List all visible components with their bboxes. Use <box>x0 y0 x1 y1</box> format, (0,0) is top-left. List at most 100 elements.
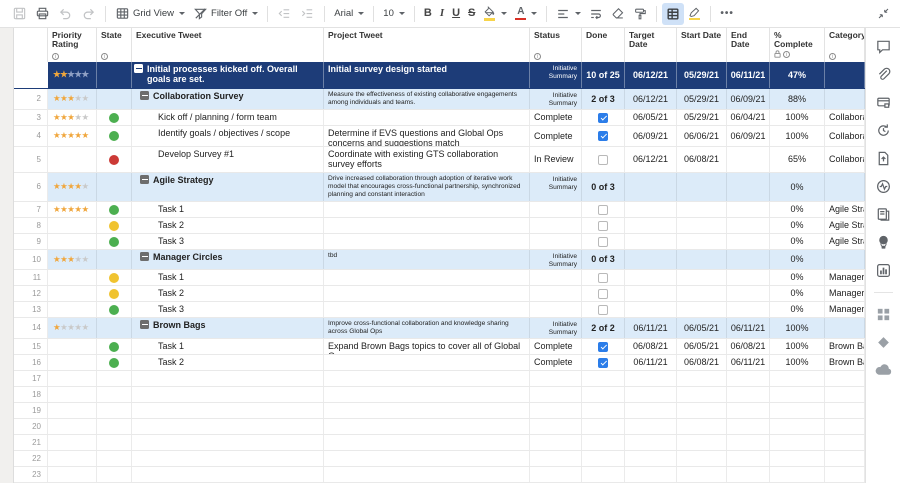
cell-status[interactable] <box>530 371 582 386</box>
cell-end[interactable] <box>727 147 770 172</box>
state-green-dot[interactable] <box>109 305 119 315</box>
pages-icon[interactable] <box>875 206 892 223</box>
wrap-text-button[interactable] <box>585 3 607 25</box>
cell-category[interactable]: Agile Strategy <box>825 202 865 217</box>
cell-target[interactable]: 06/11/21 <box>625 355 677 370</box>
cell-pct[interactable]: 100% <box>770 126 825 146</box>
state-green-dot[interactable] <box>109 342 119 352</box>
cell-priority[interactable] <box>48 419 97 434</box>
bar-chart-icon[interactable] <box>875 262 892 279</box>
cell-state[interactable] <box>97 147 132 172</box>
cell-end[interactable] <box>727 173 770 201</box>
cell-done[interactable] <box>582 355 625 370</box>
cell-status[interactable] <box>530 286 582 301</box>
cell-category[interactable] <box>825 387 865 402</box>
cell-pct[interactable] <box>770 387 825 402</box>
cell-category[interactable] <box>825 451 865 466</box>
star-icon[interactable]: ★ <box>53 94 60 104</box>
cell-end[interactable]: 06/11/21 <box>727 62 770 88</box>
format-painter-button[interactable] <box>629 3 651 25</box>
cell-exec[interactable]: Identify goals / objectives / scope <box>132 126 324 146</box>
star-icon[interactable]: ★ <box>67 255 74 265</box>
cell-pct[interactable]: 0% <box>770 173 825 201</box>
cell-done[interactable] <box>582 403 625 418</box>
cell-status[interactable] <box>530 218 582 233</box>
cell-priority[interactable]: ★★★★★ <box>48 89 97 109</box>
cell-exec[interactable] <box>132 451 324 466</box>
font-size-dropdown[interactable]: 10 <box>379 3 409 25</box>
cell-exec[interactable]: Task 2 <box>132 355 324 370</box>
indent-button[interactable] <box>296 3 319 25</box>
grid-squares-icon[interactable] <box>875 306 892 323</box>
cell-end[interactable]: 06/11/21 <box>727 318 770 338</box>
cell-status[interactable]: Initiative Summary <box>530 173 582 201</box>
cell-done[interactable]: 2 of 2 <box>582 318 625 338</box>
cell-priority[interactable]: ★★★★★ <box>48 202 97 217</box>
column-header-exec[interactable]: Executive Tweet <box>132 28 324 62</box>
align-dropdown[interactable] <box>552 3 585 25</box>
star-icon[interactable]: ★ <box>53 182 60 192</box>
cell-exec[interactable]: Task 3 <box>132 234 324 249</box>
cell-pct[interactable]: 0% <box>770 270 825 285</box>
save-button[interactable] <box>8 3 31 25</box>
cell-status[interactable] <box>530 270 582 285</box>
cell-pct[interactable] <box>770 467 825 482</box>
column-header-status[interactable]: Statusi <box>530 28 582 62</box>
cell-exec[interactable]: Task 1 <box>132 339 324 354</box>
cell-priority[interactable] <box>48 218 97 233</box>
cell-state[interactable] <box>97 419 132 434</box>
cell-pct[interactable]: 0% <box>770 286 825 301</box>
cell-status[interactable]: Initiative Summary <box>530 89 582 109</box>
cell-start[interactable] <box>677 302 727 317</box>
balloon-icon[interactable] <box>875 234 892 251</box>
cell-state[interactable] <box>97 467 132 482</box>
cell-status[interactable] <box>530 202 582 217</box>
cell-status[interactable] <box>530 435 582 450</box>
star-icon[interactable]: ★ <box>67 205 74 215</box>
cell-done[interactable]: 10 of 25 <box>582 62 625 88</box>
cell-state[interactable] <box>97 371 132 386</box>
star-icon[interactable]: ★ <box>60 323 67 333</box>
cell-end[interactable]: 06/04/21 <box>727 110 770 125</box>
cell-priority[interactable] <box>48 147 97 172</box>
cell-status[interactable]: In Review <box>530 147 582 172</box>
star-icon[interactable]: ★ <box>74 255 81 265</box>
cell-target[interactable] <box>625 371 677 386</box>
cell-project[interactable]: Initial survey design started <box>324 62 530 88</box>
info-icon[interactable]: i <box>52 53 59 60</box>
cell-priority[interactable]: ★★★★★ <box>48 173 97 201</box>
cell-project[interactable]: Drive increased collaboration through ad… <box>324 173 530 201</box>
cell-status[interactable]: Initiative Summary <box>530 62 582 88</box>
cell-status[interactable]: Initiative Summary <box>530 318 582 338</box>
cell-end[interactable] <box>727 250 770 269</box>
star-icon[interactable]: ★ <box>82 70 89 80</box>
outdent-button[interactable] <box>273 3 296 25</box>
cell-status[interactable] <box>530 403 582 418</box>
cell-end[interactable]: 06/09/21 <box>727 89 770 109</box>
collapse-minus-icon[interactable] <box>140 175 149 184</box>
cell-target[interactable] <box>625 419 677 434</box>
cell-done[interactable] <box>582 419 625 434</box>
cell-target[interactable] <box>625 286 677 301</box>
cell-priority[interactable] <box>48 451 97 466</box>
checkbox-unchecked[interactable] <box>598 237 608 247</box>
cell-target[interactable] <box>625 387 677 402</box>
star-icon[interactable]: ★ <box>60 70 67 80</box>
cell-category[interactable]: Agile Strategy <box>825 234 865 249</box>
cell-state[interactable] <box>97 387 132 402</box>
state-green-dot[interactable] <box>109 205 119 215</box>
star-icon[interactable]: ★ <box>67 182 74 192</box>
star-icon[interactable]: ★ <box>67 94 74 104</box>
cell-project[interactable] <box>324 202 530 217</box>
collapse-minus-icon[interactable] <box>140 252 149 261</box>
cell-category[interactable]: Agile Strategy <box>825 218 865 233</box>
cell-end[interactable] <box>727 467 770 482</box>
cell-status[interactable]: Complete <box>530 110 582 125</box>
cell-target[interactable] <box>625 435 677 450</box>
cell-format-button[interactable] <box>662 3 684 25</box>
cell-end[interactable] <box>727 234 770 249</box>
row-number[interactable]: 6 <box>14 173 48 201</box>
cell-start[interactable]: 06/05/21 <box>677 339 727 354</box>
cell-category[interactable] <box>825 89 865 109</box>
cell-exec[interactable]: Task 2 <box>132 218 324 233</box>
